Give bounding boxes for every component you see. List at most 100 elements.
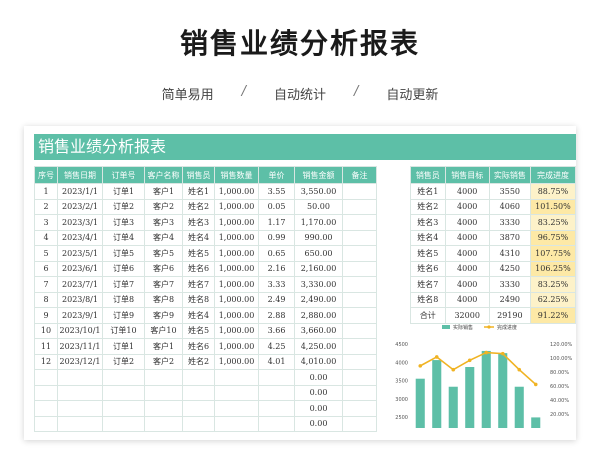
table-cell[interactable]: 9 [34,307,58,324]
table-cell[interactable] [57,384,103,401]
table-cell[interactable]: 4250 [488,260,531,277]
table-cell[interactable]: 3330 [488,214,531,231]
table-cell[interactable] [342,260,377,277]
table-cell[interactable] [342,338,377,355]
table-cell[interactable] [34,384,58,401]
table-cell[interactable] [182,384,215,401]
table-cell[interactable]: 2023/5/1 [57,245,103,262]
table-cell[interactable]: 4310 [488,245,531,262]
table-cell[interactable] [144,400,183,417]
table-cell[interactable]: 姓名8 [410,291,446,308]
table-cell[interactable] [34,415,58,432]
table-cell[interactable]: 4,250.00 [294,338,343,355]
table-cell[interactable]: 2023/9/1 [57,307,103,324]
table-cell[interactable]: 0.65 [258,245,295,262]
table-cell[interactable]: 3 [34,214,58,231]
table-cell[interactable]: 0.05 [258,198,295,215]
table-cell[interactable] [214,415,259,432]
progress-cell[interactable]: 83.25% [529,276,576,293]
table-cell[interactable]: 1,000.00 [214,229,259,246]
table-cell[interactable]: 2.49 [258,291,295,308]
table-cell[interactable]: 订单10 [102,322,145,339]
table-cell[interactable] [342,245,377,262]
table-cell[interactable] [182,415,215,432]
table-cell[interactable]: 11 [34,338,58,355]
table-cell[interactable]: 姓名5 [182,322,215,339]
table-cell[interactable]: 1,000.00 [214,291,259,308]
table-cell[interactable]: 650.00 [294,245,343,262]
table-cell[interactable]: 3,660.00 [294,322,343,339]
table-cell[interactable]: 订单1 [102,183,145,200]
table-cell[interactable] [144,384,183,401]
table-cell[interactable]: 订单2 [102,353,145,370]
table-cell[interactable]: 2023/10/1 [57,322,103,339]
table-cell[interactable]: 订单8 [102,291,145,308]
table-cell[interactable] [144,415,183,432]
table-cell[interactable]: 2023/6/1 [57,260,103,277]
table-cell[interactable]: 客户2 [144,353,183,370]
table-cell[interactable]: 姓名3 [410,214,446,231]
table-cell[interactable] [342,214,377,231]
table-cell[interactable]: 2.16 [258,260,295,277]
table-cell[interactable]: 4000 [444,183,490,200]
table-cell[interactable]: 4000 [444,245,490,262]
table-cell[interactable] [342,384,377,401]
table-cell[interactable]: 1,000.00 [214,276,259,293]
table-cell[interactable]: 1,000.00 [214,260,259,277]
table-cell[interactable]: 客户2 [144,198,183,215]
table-cell[interactable]: 姓名3 [182,214,215,231]
table-cell[interactable]: 订单6 [102,260,145,277]
table-cell[interactable]: 订单3 [102,214,145,231]
table-cell[interactable]: 订单7 [102,276,145,293]
table-cell[interactable]: 姓名5 [182,245,215,262]
table-cell[interactable]: 姓名2 [182,198,215,215]
table-cell[interactable] [34,400,58,417]
table-cell[interactable]: 50.00 [294,198,343,215]
table-cell[interactable]: 订单5 [102,245,145,262]
table-cell[interactable]: 1,170.00 [294,214,343,231]
table-cell[interactable]: 3,330.00 [294,276,343,293]
table-cell[interactable] [342,322,377,339]
table-cell[interactable]: 客户10 [144,322,183,339]
table-cell[interactable] [57,400,103,417]
table-cell[interactable]: 客户3 [144,214,183,231]
table-cell[interactable]: 4.01 [258,353,295,370]
table-cell[interactable] [258,415,295,432]
table-cell[interactable]: 2 [34,198,58,215]
table-cell[interactable]: 订单1 [102,338,145,355]
table-cell[interactable]: 姓名6 [410,260,446,277]
table-cell[interactable]: 4000 [444,229,490,246]
table-cell[interactable]: 3550 [488,183,531,200]
table-cell[interactable]: 1,000.00 [214,198,259,215]
progress-cell[interactable]: 106.25% [529,260,576,277]
table-cell[interactable]: 3330 [488,276,531,293]
table-cell[interactable]: 1,000.00 [214,245,259,262]
table-cell[interactable]: 5 [34,245,58,262]
table-cell[interactable]: 8 [34,291,58,308]
table-cell[interactable] [342,276,377,293]
table-cell[interactable]: 姓名4 [410,229,446,246]
table-cell[interactable]: 姓名2 [410,198,446,215]
table-cell[interactable] [342,369,377,386]
table-cell[interactable]: 姓名8 [182,291,215,308]
table-cell[interactable]: 姓名6 [182,338,215,355]
table-cell[interactable]: 2490 [488,291,531,308]
table-cell[interactable]: 2023/2/1 [57,198,103,215]
table-cell[interactable]: 1 [34,183,58,200]
table-cell[interactable]: 6 [34,260,58,277]
table-cell[interactable] [342,291,377,308]
table-cell[interactable]: 4000 [444,291,490,308]
table-cell[interactable]: 990.00 [294,229,343,246]
table-cell[interactable] [144,369,183,386]
table-cell[interactable]: 姓名1 [182,183,215,200]
table-cell[interactable]: 2023/1/1 [57,183,103,200]
table-cell[interactable]: 2023/3/1 [57,214,103,231]
table-cell[interactable] [57,369,103,386]
table-cell[interactable] [342,307,377,324]
table-cell[interactable]: 0.00 [294,415,343,432]
table-cell[interactable]: 4000 [444,214,490,231]
table-cell[interactable] [258,400,295,417]
table-cell[interactable] [258,384,295,401]
progress-cell[interactable]: 107.75% [529,245,576,262]
table-cell[interactable] [258,369,295,386]
